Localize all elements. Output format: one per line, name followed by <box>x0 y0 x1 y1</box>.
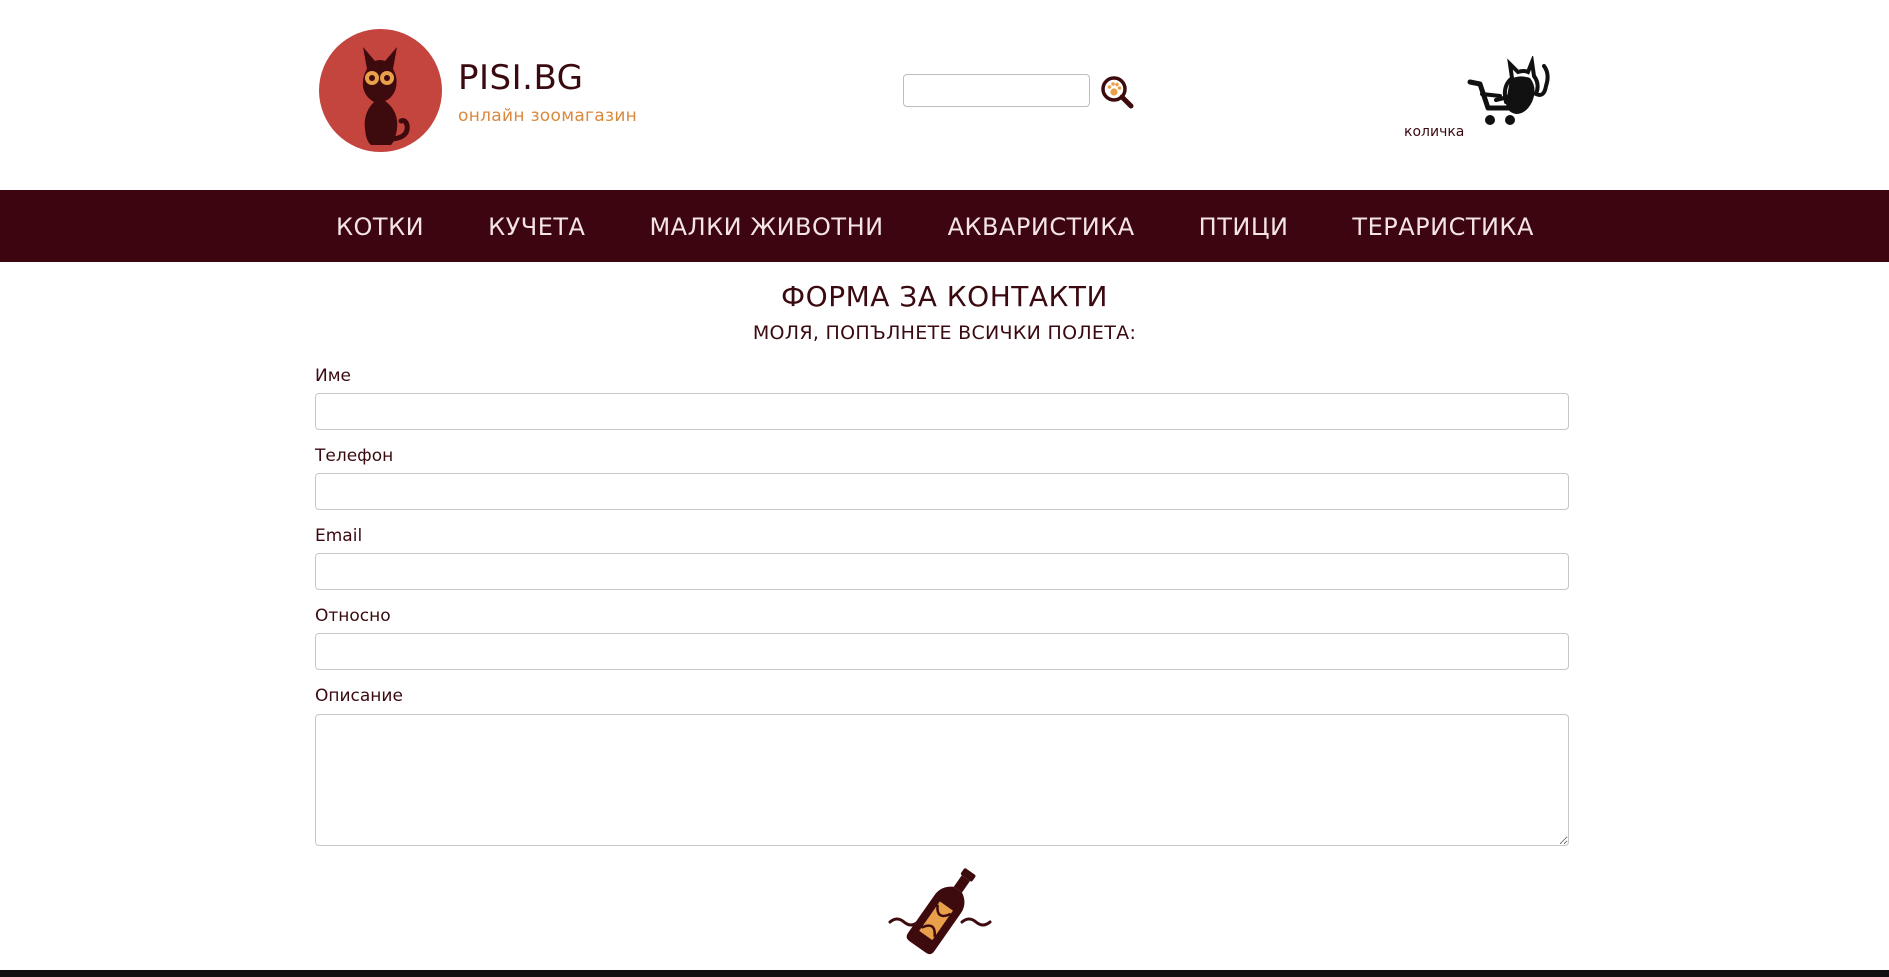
footer-bar <box>0 970 1889 977</box>
brand-title[interactable]: PISI.BG <box>458 58 584 98</box>
nav-item-dogs[interactable]: КУЧЕТА <box>468 209 585 243</box>
phone-field[interactable] <box>315 473 1569 510</box>
name-field[interactable] <box>315 393 1569 430</box>
category-nav: КОТКИ КУЧЕТА МАЛКИ ЖИВОТНИ АКВАРИСТИКА П… <box>0 190 1889 262</box>
message-in-bottle-icon[interactable] <box>888 860 994 960</box>
name-label: Име <box>315 366 352 386</box>
cat-logo-icon[interactable] <box>319 29 442 152</box>
site-header: PISI.BG онлайн зоомагазин количка <box>0 0 1889 190</box>
brand-tagline: онлайн зоомагазин <box>458 106 638 126</box>
cart-link[interactable]: количка <box>1400 52 1560 142</box>
subject-label: Относно <box>315 606 391 626</box>
cat-shopping-cart-icon <box>1467 56 1550 125</box>
nav-item-small-animals[interactable]: МАЛКИ ЖИВОТНИ <box>629 209 883 243</box>
nav-item-birds[interactable]: ПТИЦИ <box>1179 209 1289 243</box>
phone-label: Телефон <box>315 446 394 466</box>
nav-item-cats[interactable]: КОТКИ <box>316 209 424 243</box>
email-field[interactable] <box>315 553 1569 590</box>
form-subtitle: МОЛЯ, ПОПЪЛНЕТЕ ВСИЧКИ ПОЛЕТА: <box>752 322 1137 344</box>
email-label: Email <box>315 526 363 546</box>
cart-label: количка <box>1404 124 1465 140</box>
nav-item-terraristics[interactable]: ТЕРАРИСТИКА <box>1332 209 1533 243</box>
subject-field[interactable] <box>315 633 1569 670</box>
description-textarea[interactable] <box>315 714 1569 846</box>
search-input[interactable] <box>903 74 1090 107</box>
nav-item-aquaristics[interactable]: АКВАРИСТИКА <box>928 209 1135 243</box>
form-title: ФОРМА ЗА КОНТАКТИ <box>781 280 1108 313</box>
description-label: Описание <box>315 686 403 706</box>
paw-magnifier-icon[interactable] <box>1100 75 1134 109</box>
